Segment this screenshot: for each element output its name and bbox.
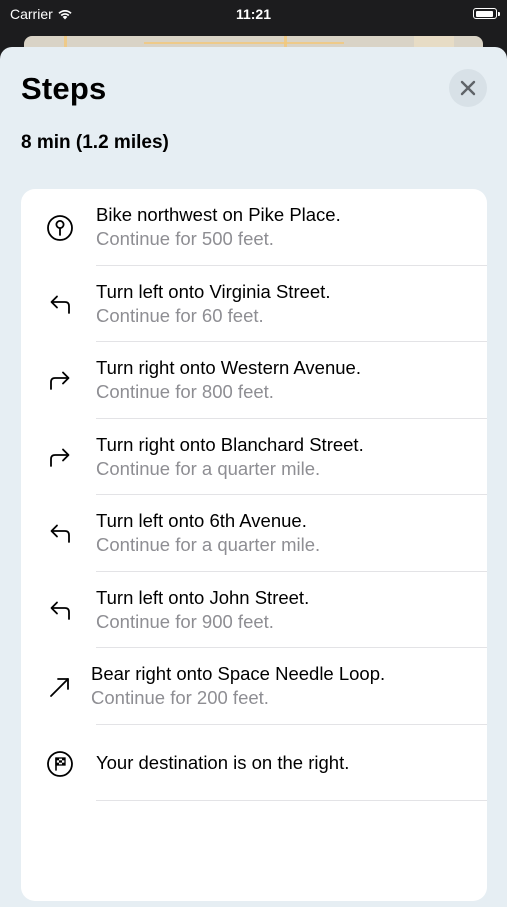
bear-right-icon — [45, 672, 75, 702]
route-summary: 8 min (1.2 miles) — [21, 132, 169, 153]
steps-list: Bike northwest on Pike Place. Continue f… — [21, 189, 487, 901]
step-instruction: Turn right onto Western Avenue. — [96, 357, 361, 378]
list-item[interactable]: Bike northwest on Pike Place. Continue f… — [21, 189, 487, 266]
list-item[interactable]: Bear right onto Space Needle Loop. Conti… — [21, 648, 487, 725]
start-pin-icon — [45, 213, 75, 243]
turn-left-icon — [45, 596, 75, 626]
turn-right-icon — [45, 366, 75, 396]
step-instruction: Turn left onto John Street. — [96, 586, 310, 608]
list-item[interactable]: Turn left onto 6th Avenue. Continue for … — [21, 495, 487, 572]
battery-level — [475, 10, 493, 17]
battery-icon — [473, 8, 500, 19]
turn-right-icon — [45, 443, 75, 473]
step-instruction: Bear right onto Space Needle Loop. — [91, 663, 386, 684]
list-item[interactable]: Turn right onto Western Avenue. Continue… — [21, 342, 487, 419]
step-instruction: Turn right onto Blanchard Street. — [96, 433, 364, 455]
turn-left-icon — [45, 290, 75, 320]
sheet-title: Steps — [21, 71, 107, 106]
list-item[interactable]: Turn right onto Blanchard Street. Contin… — [21, 419, 487, 496]
step-instruction: Turn left onto Virginia Street. — [96, 280, 331, 302]
step-instruction: Your destination is on the right. — [96, 751, 350, 773]
list-item[interactable]: Turn left onto John Street. Continue for… — [21, 572, 487, 649]
step-instruction: Bike northwest on Pike Place. — [96, 204, 341, 225]
step-detail: Continue for 800 feet. — [96, 381, 274, 402]
xmark-icon — [460, 80, 476, 96]
close-button[interactable] — [449, 69, 487, 107]
step-detail: Continue for 200 feet. — [91, 687, 269, 708]
step-detail: Continue for a quarter mile. — [96, 534, 321, 555]
step-detail: Continue for 60 feet. — [96, 304, 264, 326]
destination-flag-icon — [45, 749, 75, 779]
status-time: 11:21 — [235, 6, 272, 22]
step-detail: Continue for 500 feet. — [96, 228, 274, 249]
turn-left-icon — [45, 519, 75, 549]
step-detail: Continue for 900 feet. — [96, 610, 274, 632]
step-instruction: Turn left onto 6th Avenue. — [96, 510, 307, 531]
steps-sheet: Steps 8 min (1.2 miles) Bike northwest o… — [0, 47, 507, 907]
list-item[interactable]: Turn left onto Virginia Street. Continue… — [21, 266, 487, 343]
step-detail: Continue for a quarter mile. — [96, 457, 321, 479]
status-bar: Carrier 11:21 — [0, 0, 507, 30]
list-item[interactable]: Your destination is on the right. — [21, 725, 487, 802]
